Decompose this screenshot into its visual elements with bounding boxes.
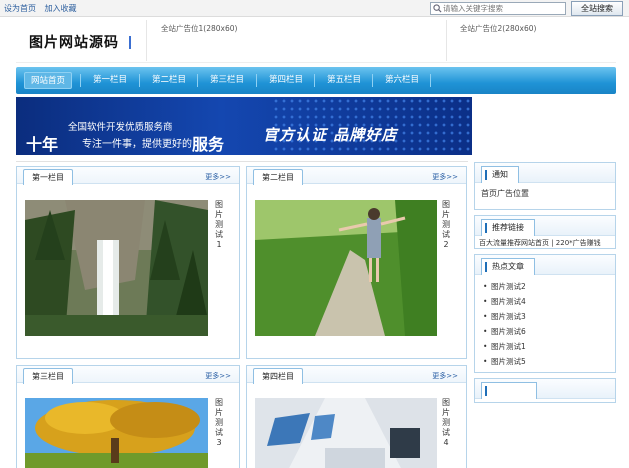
header-ad-2[interactable]: 全站广告位2(280x60) <box>460 23 536 34</box>
nav-column-5[interactable]: 第五栏目 <box>320 72 368 89</box>
more-link[interactable]: 更多>> <box>432 371 458 381</box>
thumb-waterfall[interactable] <box>25 200 208 336</box>
hot-item[interactable]: 图片测试3 <box>481 309 609 324</box>
item-title-1[interactable]: 图片测试1 <box>214 200 224 250</box>
title-bar <box>485 170 487 180</box>
column-title-4[interactable]: 第四栏目 <box>253 368 303 384</box>
notice-title-text: 通知 <box>492 170 508 179</box>
header-divider <box>146 20 147 61</box>
more-link[interactable]: 更多>> <box>205 371 231 381</box>
more-link[interactable]: 更多>> <box>432 172 458 182</box>
links-title-text: 推荐链接 <box>492 223 524 232</box>
top-bar: 设为首页 加入收藏 全站搜索 <box>0 0 629 17</box>
nav-column-6[interactable]: 第六栏目 <box>378 72 426 89</box>
hot-title-text: 热点文章 <box>492 262 524 271</box>
column-title-1[interactable]: 第一栏目 <box>23 169 73 185</box>
search-button[interactable]: 全站搜索 <box>571 1 623 16</box>
more-link[interactable]: 更多>> <box>205 172 231 182</box>
nav-column-4[interactable]: 第四栏目 <box>262 72 310 89</box>
nav-divider <box>80 74 81 87</box>
hot-item[interactable]: 图片测试6 <box>481 324 609 339</box>
column-box-head: 第二栏目 更多>> <box>247 167 466 185</box>
nav-divider <box>372 74 373 87</box>
banner-slogan: 官方认证 品牌好店 <box>263 126 398 144</box>
notice-text: 首页广告位置 <box>481 189 529 198</box>
top-links: 设为首页 加入收藏 <box>4 3 83 14</box>
promo-banner[interactable]: 全国软件开发优质服务商 十年 专注一件事，提供更好的 服务 官方认证 品牌好店 <box>16 97 472 155</box>
hot-item[interactable]: 图片测试5 <box>481 354 609 369</box>
nav-divider <box>256 74 257 87</box>
header-divider <box>446 20 447 61</box>
search-input[interactable] <box>443 3 563 14</box>
search-icon <box>433 4 442 13</box>
extra-panel <box>474 378 616 403</box>
nav-divider <box>197 74 198 87</box>
column-box-head: 第四栏目 更多>> <box>247 366 466 384</box>
extra-title <box>481 382 537 399</box>
column-box-1: 第一栏目 更多>> 图片测试1 <box>16 166 240 359</box>
thumb-autumn-tree[interactable] <box>25 398 208 468</box>
header-ad-1[interactable]: 全站广告位1(280x60) <box>161 23 237 34</box>
thumb-girl-path[interactable] <box>255 200 437 336</box>
search-box <box>430 2 566 15</box>
site-logo[interactable]: 图片网站源码 <box>29 32 119 52</box>
content-divider <box>16 161 468 162</box>
set-homepage-link[interactable]: 设为首页 <box>4 4 36 13</box>
banner-line2: 专注一件事，提供更好的 <box>82 139 192 150</box>
notice-title: 通知 <box>481 166 519 183</box>
links-panel: 推荐链接 百大流量推荐网站首页 | 220*广告赚钱 <box>474 215 616 249</box>
logo-accent <box>129 36 131 49</box>
links-text[interactable]: 百大流量推荐网站首页 | 220*广告赚钱 <box>475 236 615 250</box>
hot-item[interactable]: 图片测试4 <box>481 294 609 309</box>
hot-head: 热点文章 <box>475 255 615 275</box>
notice-head: 通知 <box>475 163 615 183</box>
column-title-2[interactable]: 第二栏目 <box>253 169 303 185</box>
item-title-2[interactable]: 图片测试2 <box>441 200 451 250</box>
title-bar <box>485 262 487 272</box>
column-box-head: 第一栏目 更多>> <box>17 167 239 185</box>
column-box-2: 第二栏目 更多>> 图片测试2 <box>246 166 467 359</box>
nav-divider <box>139 74 140 87</box>
item-title-4[interactable]: 图片测试4 <box>441 398 451 448</box>
banner-service: 服务 <box>192 135 225 154</box>
nav-column-2[interactable]: 第二栏目 <box>145 72 193 89</box>
add-favorite-link[interactable]: 加入收藏 <box>45 4 77 13</box>
title-bar <box>485 386 487 396</box>
links-head: 推荐链接 <box>475 216 615 236</box>
hot-item[interactable]: 图片测试1 <box>481 339 609 354</box>
notice-panel: 通知 首页广告位置 <box>474 162 616 210</box>
extra-head <box>475 379 615 399</box>
banner-line1: 全国软件开发优质服务商 <box>68 122 173 133</box>
banner-years: 十年 <box>26 135 59 154</box>
nav-divider <box>430 74 431 87</box>
nav-column-1[interactable]: 第一栏目 <box>86 72 134 89</box>
hot-item[interactable]: 图片测试2 <box>481 279 609 294</box>
nav-home[interactable]: 网站首页 <box>24 72 72 89</box>
column-title-3[interactable]: 第三栏目 <box>23 368 73 384</box>
header: 图片网站源码 全站广告位1(280x60) 全站广告位2(280x60) <box>16 18 616 63</box>
title-bar <box>485 223 487 233</box>
item-title-3[interactable]: 图片测试3 <box>214 398 224 448</box>
column-box-3: 第三栏目 更多>> 图片测试3 <box>16 365 240 468</box>
nav-column-3[interactable]: 第三栏目 <box>203 72 251 89</box>
column-box-head: 第三栏目 更多>> <box>17 366 239 384</box>
hot-title: 热点文章 <box>481 258 535 275</box>
column-box-4: 第四栏目 更多>> 图片测试4 <box>246 365 467 468</box>
nav-divider <box>314 74 315 87</box>
main-nav: 网站首页 第一栏目 第二栏目 第三栏目 第四栏目 第五栏目 第六栏目 <box>16 67 616 94</box>
thumb-attic-room[interactable] <box>255 398 437 468</box>
links-title: 推荐链接 <box>481 219 535 236</box>
hot-list: 图片测试2 图片测试4 图片测试3 图片测试6 图片测试1 图片测试5 <box>475 275 615 373</box>
hot-articles-panel: 热点文章 图片测试2 图片测试4 图片测试3 图片测试6 图片测试1 图片测试5 <box>474 254 616 373</box>
